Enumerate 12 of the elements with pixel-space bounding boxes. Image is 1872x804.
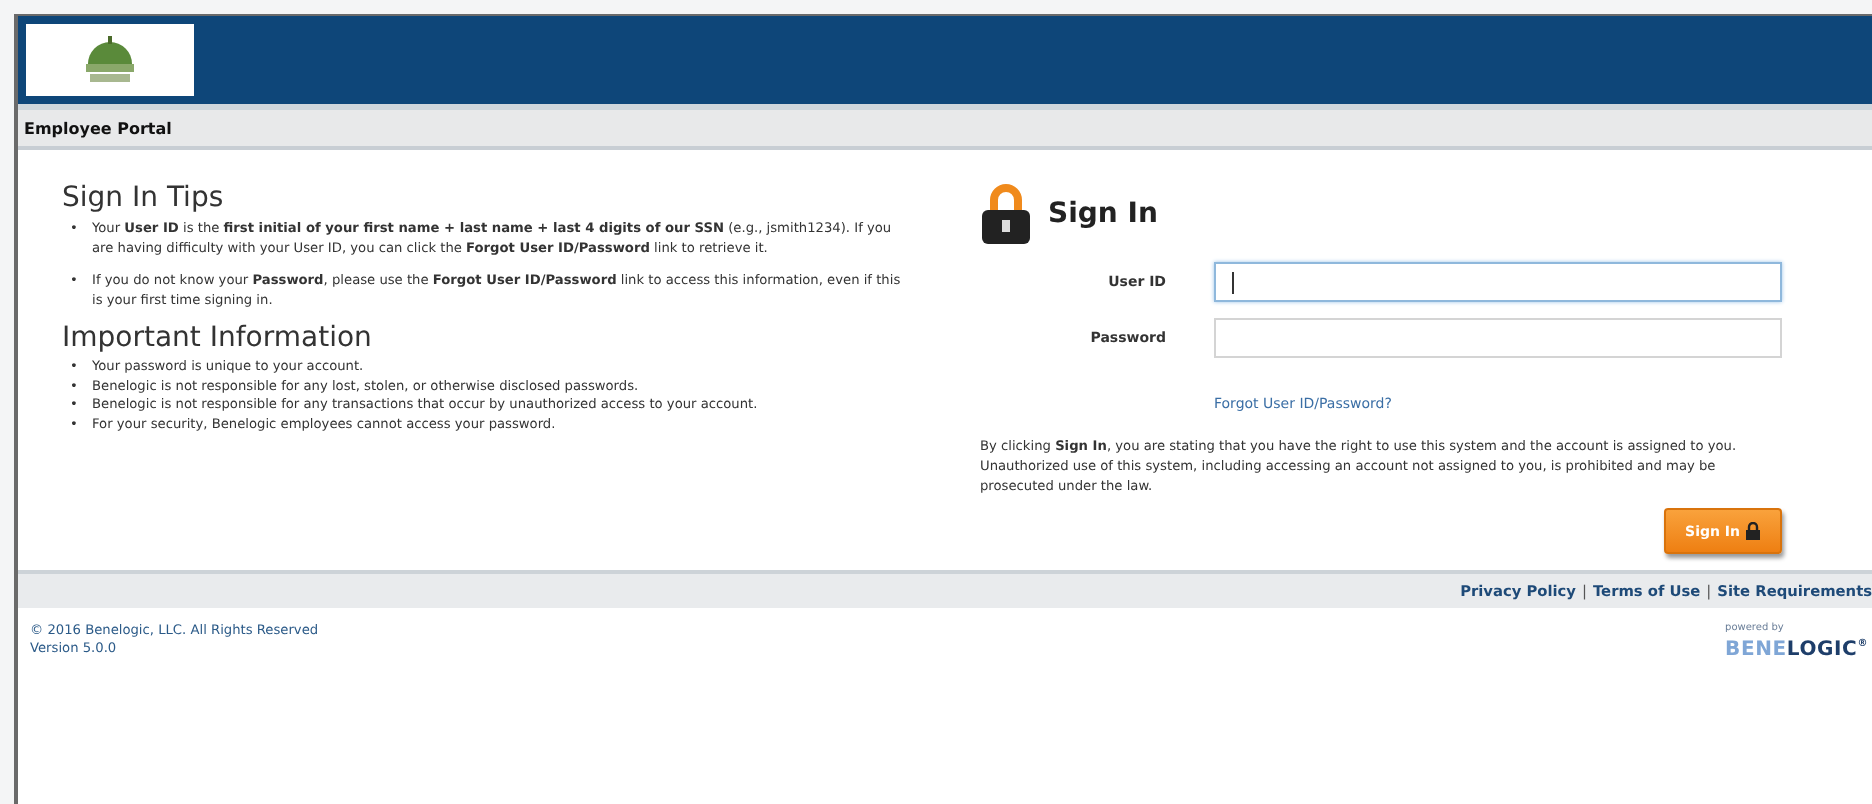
portal-title: Employee Portal bbox=[24, 119, 172, 137]
logo-icon bbox=[26, 24, 194, 96]
input-field[interactable] bbox=[1214, 318, 1782, 358]
brand-text: LOGIC bbox=[1786, 638, 1858, 661]
brand-text: BENE bbox=[1725, 638, 1787, 661]
section-heading: Important Information bbox=[62, 322, 374, 354]
registered-mark: ® bbox=[1857, 638, 1868, 650]
sign-in-heading: Sign In bbox=[1048, 198, 1158, 230]
section-heading: Sign In Tips bbox=[62, 182, 226, 214]
padlock-icon bbox=[980, 182, 1032, 246]
padlock-icon bbox=[1746, 522, 1760, 540]
input-field[interactable] bbox=[1214, 262, 1782, 302]
